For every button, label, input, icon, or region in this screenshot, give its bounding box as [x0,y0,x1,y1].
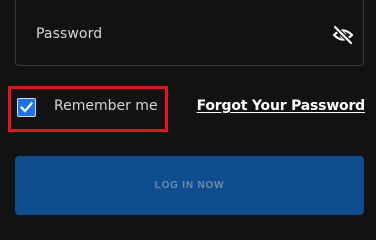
eye-slash-icon[interactable] [331,24,355,46]
login-button[interactable]: LOG IN NOW [15,156,364,215]
login-form: Password Remember me Forgot Your Passwor… [0,0,376,226]
forgot-password-link[interactable]: Forgot Your Password [197,98,366,114]
login-button-label: LOG IN NOW [154,180,225,191]
checkmark-icon [20,102,33,113]
password-field[interactable]: Password [15,0,364,66]
remember-me-label[interactable]: Remember me [54,98,158,114]
remember-me-checkbox[interactable] [17,98,36,117]
password-placeholder: Password [36,26,103,42]
